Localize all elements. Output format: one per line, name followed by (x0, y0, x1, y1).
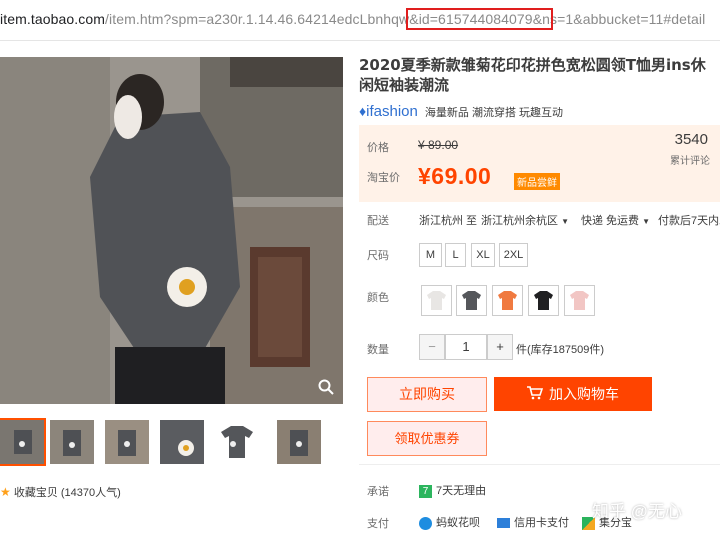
add-to-cart-button[interactable]: 加入购物车 (494, 377, 652, 411)
original-price: ¥ 89.00 (418, 138, 459, 152)
star-icon: ★ (0, 485, 11, 499)
color-swatch-pink[interactable] (564, 285, 595, 316)
size-label: 尺码 (367, 250, 389, 262)
brand-name: ifashion (366, 103, 418, 120)
thumbnail-1[interactable] (0, 418, 46, 466)
size-option-2xl[interactable]: 2XL (499, 243, 528, 267)
zhihu-watermark: 知乎 @无心 (592, 502, 682, 521)
payment-credit-card[interactable]: 信用卡支付 (497, 514, 569, 530)
promo-price-label: 淘宝价 (367, 172, 400, 184)
address-bar[interactable]: item.taobao.com/item.htm?spm=a230r.1.14.… (0, 0, 720, 41)
caret-down-icon: ▼ (642, 217, 651, 226)
shipping-from: 浙江杭州 至 (419, 215, 478, 227)
promise-label: 承诺 (367, 486, 389, 498)
thumbnail-3[interactable] (105, 420, 149, 464)
buy-now-button[interactable]: 立即购买 (367, 377, 487, 412)
favorite-link[interactable]: ★ 收藏宝贝 (14370人气) (0, 484, 121, 500)
stock-info: 件(库存187509件) (516, 344, 605, 356)
zoom-icon[interactable] (317, 378, 335, 396)
url-id-highlight: &id=615744084079&n (406, 8, 554, 30)
color-swatch-black[interactable] (528, 285, 559, 316)
review-count[interactable]: 3540 (675, 131, 708, 148)
promise-item[interactable]: 7 7天无理由 (419, 482, 486, 498)
color-swatch-white[interactable] (421, 285, 452, 316)
payment-huabei[interactable]: 蚂蚁花呗 (419, 514, 480, 530)
shipping-to: 浙江杭州余杭区 (481, 215, 558, 227)
add-to-cart-label: 加入购物车 (549, 386, 619, 402)
thumbnail-4[interactable] (160, 420, 204, 464)
payment-huabei-label: 蚂蚁花呗 (436, 517, 480, 529)
price-panel: 价格 ¥ 89.00 淘宝价 ¥69.00 新品尝鲜 3540 累计评论 (359, 125, 720, 202)
product-title: 2020夏季新款雏菊花印花拼色宽松圆领T恤男ins休闲短袖装潮流 (359, 56, 706, 94)
promise-value: 7天无理由 (436, 485, 487, 497)
return-7day-icon: 7 (419, 484, 432, 498)
quantity-plus-button[interactable]: + (487, 334, 513, 360)
size-option-m[interactable]: M (419, 243, 442, 267)
shipping-label: 配送 (367, 215, 389, 227)
main-product-image[interactable] (0, 57, 343, 404)
shipping-payment: 付款后7天内发 (658, 215, 720, 227)
color-label: 颜色 (367, 292, 389, 304)
new-badge: 新品尝鲜 (514, 173, 560, 190)
favorite-count: (14370人气) (60, 487, 121, 499)
review-label[interactable]: 累计评论 (670, 152, 710, 167)
quantity-input[interactable]: 1 (445, 334, 487, 360)
size-option-xl[interactable]: XL (471, 243, 495, 267)
thumbnail-5[interactable] (215, 420, 259, 464)
price-label: 价格 (367, 142, 389, 154)
thumbnail-6[interactable] (277, 420, 321, 464)
url-path: /item.htm?spm=a230r.1.14.46.64214edcLbnh… (105, 11, 410, 27)
url-path-tail: s=1&abbucket=11#detail (550, 11, 706, 27)
divider (359, 464, 720, 465)
current-price: ¥69.00 (418, 163, 492, 189)
payment-credit-card-label: 信用卡支付 (514, 517, 569, 529)
payment-label: 支付 (367, 518, 389, 530)
quantity-minus-button[interactable]: − (419, 334, 445, 360)
favorite-label: 收藏宝贝 (13, 487, 58, 499)
cart-icon (527, 378, 544, 412)
shipping-method-label: 快递 免运费 (581, 215, 640, 227)
brand-tags: 海量新品 潮流穿搭 玩趣互动 (424, 107, 564, 119)
shipping-method[interactable]: 快递 免运费 ▼ (581, 212, 650, 228)
url-text[interactable]: item.taobao.com/item.htm?spm=a230r.1.14.… (0, 8, 706, 30)
color-swatch-gray[interactable] (456, 285, 487, 316)
size-option-l[interactable]: L (445, 243, 466, 267)
shipping-destination[interactable]: 浙江杭州余杭区 ▼ (481, 212, 569, 228)
thumbnail-2[interactable] (50, 420, 94, 464)
get-coupon-button[interactable]: 领取优惠券 (367, 421, 487, 456)
huabei-icon (419, 516, 432, 530)
quantity-label: 数量 (367, 344, 389, 356)
credit-card-icon (497, 518, 510, 529)
caret-down-icon: ▼ (561, 217, 569, 226)
brand-line[interactable]: ♦ifashion 海量新品 潮流穿搭 玩趣互动 (359, 103, 563, 120)
url-host: item.taobao.com (0, 11, 105, 27)
color-swatch-orange[interactable] (492, 285, 523, 316)
